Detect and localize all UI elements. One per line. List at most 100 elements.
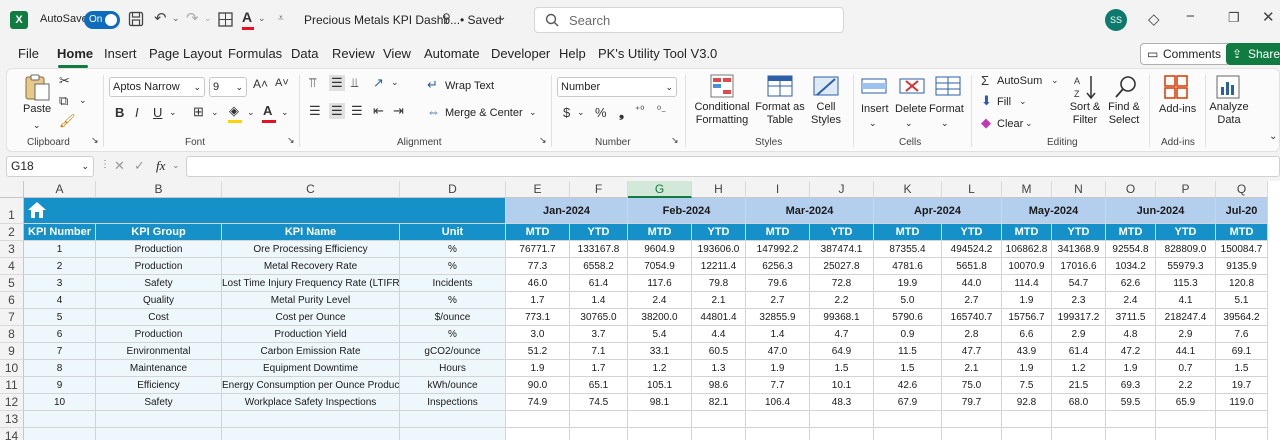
kpi-name-cell[interactable]: Cost per Ounce <box>222 309 400 326</box>
kpi-name-cell[interactable]: Metal Purity Level <box>222 292 400 309</box>
kpi-value-cell[interactable]: 90.0 <box>506 377 570 394</box>
merge-center-button[interactable]: Merge & Center <box>445 107 523 120</box>
mtd-header[interactable]: MTD <box>1216 224 1268 241</box>
kpi-value-cell[interactable]: 30765.0 <box>570 309 628 326</box>
kpi-group-cell[interactable]: Production <box>96 258 222 275</box>
align-right-icon[interactable]: ☰ <box>351 103 363 119</box>
kpi-value-cell[interactable]: 60.5 <box>692 343 746 360</box>
kpi-number-cell[interactable]: 4 <box>24 292 96 309</box>
kpi-value-cell[interactable]: 79.6 <box>746 275 810 292</box>
select-all-corner[interactable] <box>0 181 24 198</box>
column-header-p[interactable]: P <box>1156 181 1216 198</box>
kpi-unit-cell[interactable]: Incidents <box>400 275 506 292</box>
font-color-dropdown-icon[interactable]: ⌄ <box>258 13 266 24</box>
kpi-value-cell[interactable]: 39564.2 <box>1216 309 1268 326</box>
close-icon[interactable]: ✕ <box>1262 8 1275 26</box>
month-header[interactable]: Apr-2024 <box>874 198 1002 224</box>
kpi-value-cell[interactable]: 51.2 <box>506 343 570 360</box>
kpi-value-cell[interactable]: 99368.1 <box>810 309 874 326</box>
ytd-header[interactable]: YTD <box>810 224 874 241</box>
autosave-toggle[interactable]: On <box>84 11 120 29</box>
column-header-h[interactable]: H <box>692 181 746 198</box>
ytd-header[interactable]: YTD <box>942 224 1002 241</box>
column-header-q[interactable]: Q <box>1216 181 1268 198</box>
align-middle-icon[interactable]: ☰ <box>329 75 345 91</box>
kpi-value-cell[interactable]: 21.5 <box>1052 377 1106 394</box>
kpi-value-cell[interactable]: 2.7 <box>942 292 1002 309</box>
column-header-f[interactable]: F <box>570 181 628 198</box>
column-title-kpi-group[interactable]: KPI Group <box>96 224 222 241</box>
empty-cell[interactable] <box>400 411 506 428</box>
insert-dropdown-icon[interactable]: ⌄ <box>869 117 877 130</box>
kpi-number-cell[interactable]: 6 <box>24 326 96 343</box>
column-header-i[interactable]: I <box>746 181 810 198</box>
insert-button[interactable]: Insert <box>861 103 889 116</box>
empty-cell[interactable] <box>1052 428 1106 440</box>
currency-dropdown-icon[interactable]: ⌄ <box>577 107 585 118</box>
kpi-value-cell[interactable]: 25027.8 <box>810 258 874 275</box>
empty-cell[interactable] <box>874 428 942 440</box>
kpi-unit-cell[interactable]: % <box>400 258 506 275</box>
empty-cell[interactable] <box>1052 411 1106 428</box>
conditional-formatting-button[interactable]: Conditional Formatting <box>691 101 753 127</box>
kpi-value-cell[interactable]: 2.4 <box>628 292 692 309</box>
row-header-7[interactable]: 7 <box>0 309 24 326</box>
kpi-value-cell[interactable]: 4.7 <box>810 326 874 343</box>
empty-cell[interactable] <box>942 428 1002 440</box>
kpi-value-cell[interactable]: 106862.8 <box>1002 241 1052 258</box>
format-as-table-button[interactable]: Format as Table <box>755 101 805 127</box>
more-options-icon[interactable]: ⋮ <box>100 159 110 170</box>
clear-dropdown-icon[interactable]: ⌄ <box>1025 118 1033 129</box>
kpi-value-cell[interactable]: 4.8 <box>1106 326 1156 343</box>
kpi-value-cell[interactable]: 2.2 <box>1156 377 1216 394</box>
empty-cell[interactable] <box>222 411 400 428</box>
month-header[interactable]: Feb-2024 <box>628 198 746 224</box>
kpi-value-cell[interactable]: 10.1 <box>810 377 874 394</box>
kpi-value-cell[interactable]: 120.8 <box>1216 275 1268 292</box>
orientation-dropdown-icon[interactable]: ⌄ <box>391 77 399 88</box>
kpi-value-cell[interactable]: 44.0 <box>942 275 1002 292</box>
row-header-11[interactable]: 11 <box>0 377 24 394</box>
kpi-value-cell[interactable]: 2.3 <box>1052 292 1106 309</box>
kpi-number-cell[interactable]: 10 <box>24 394 96 411</box>
delete-cells-icon[interactable] <box>897 73 927 101</box>
kpi-value-cell[interactable]: 92554.8 <box>1106 241 1156 258</box>
copy-dropdown-icon[interactable]: ⌄ <box>79 95 87 106</box>
kpi-group-cell[interactable]: Safety <box>96 275 222 292</box>
mtd-header[interactable]: MTD <box>1106 224 1156 241</box>
kpi-value-cell[interactable]: 2.1 <box>692 292 746 309</box>
kpi-number-cell[interactable]: 8 <box>24 360 96 377</box>
increase-font-icon[interactable]: A˄ <box>253 77 268 91</box>
kpi-number-cell[interactable]: 1 <box>24 241 96 258</box>
empty-cell[interactable] <box>628 411 692 428</box>
kpi-value-cell[interactable]: 1034.2 <box>1106 258 1156 275</box>
kpi-value-cell[interactable]: 46.0 <box>506 275 570 292</box>
mtd-header[interactable]: MTD <box>506 224 570 241</box>
row-header-6[interactable]: 6 <box>0 292 24 309</box>
column-header-c[interactable]: C <box>222 181 400 198</box>
analyze-data-button[interactable]: Analyze Data <box>1209 101 1249 127</box>
empty-cell[interactable] <box>746 428 810 440</box>
cell-styles-icon[interactable] <box>811 73 841 101</box>
column-header-m[interactable]: M <box>1002 181 1052 198</box>
kpi-value-cell[interactable]: 82.1 <box>692 394 746 411</box>
empty-cell[interactable] <box>506 411 570 428</box>
kpi-value-cell[interactable]: 2.9 <box>1052 326 1106 343</box>
kpi-value-cell[interactable]: 218247.4 <box>1156 309 1216 326</box>
empty-cell[interactable] <box>1106 428 1156 440</box>
kpi-value-cell[interactable]: 165740.7 <box>942 309 1002 326</box>
empty-cell[interactable] <box>1216 428 1268 440</box>
search-box[interactable]: Search <box>534 7 844 33</box>
customize-qat-icon[interactable]: ⩡ <box>278 13 284 24</box>
undo-dropdown-icon[interactable]: ⌄ <box>172 13 180 24</box>
kpi-value-cell[interactable]: 1.2 <box>628 360 692 377</box>
name-box[interactable]: G18 ⌄ <box>6 156 94 177</box>
column-header-b[interactable]: B <box>96 181 222 198</box>
kpi-value-cell[interactable]: 105.1 <box>628 377 692 394</box>
empty-cell[interactable] <box>506 428 570 440</box>
empty-cell[interactable] <box>746 411 810 428</box>
kpi-value-cell[interactable]: 6558.2 <box>570 258 628 275</box>
ytd-header[interactable]: YTD <box>1052 224 1106 241</box>
kpi-value-cell[interactable]: 47.2 <box>1106 343 1156 360</box>
clear-button[interactable]: Clear <box>997 118 1023 131</box>
